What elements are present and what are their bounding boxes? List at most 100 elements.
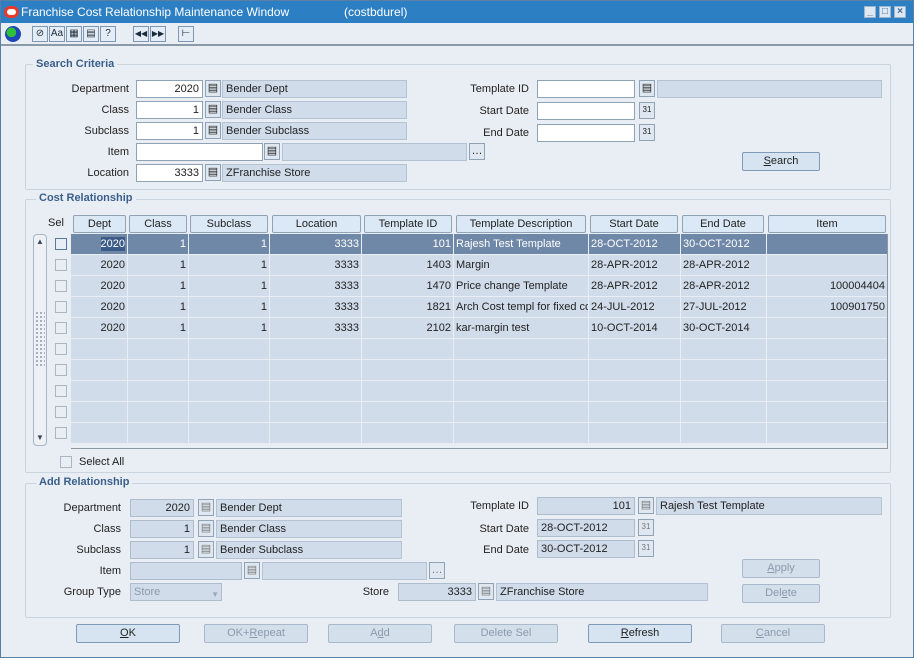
cell-dept[interactable]: 2020 — [71, 318, 127, 338]
scroll-up-arrow-icon[interactable]: ▲ — [34, 236, 46, 248]
column-header-end-date[interactable]: End Date — [682, 215, 764, 233]
cell-class[interactable] — [128, 360, 188, 380]
grid-vertical-scrollbar[interactable]: ▲ ▼ — [33, 234, 47, 446]
cell-subclass[interactable] — [189, 381, 269, 401]
column-header-item[interactable]: Item — [768, 215, 886, 233]
cell-class[interactable] — [128, 402, 188, 422]
delete-sel-button[interactable]: Delete Sel — [454, 624, 558, 643]
cell-dept[interactable]: 2020 — [71, 297, 127, 317]
cell-subclass[interactable] — [189, 339, 269, 359]
sc-start-date-calendar-icon[interactable]: 31 — [639, 102, 655, 119]
cell-class[interactable]: 1 — [128, 318, 188, 338]
sc-class-input[interactable]: 1 — [136, 101, 203, 119]
sc-template-id-input[interactable] — [537, 80, 635, 98]
cell-start-date[interactable]: 28-APR-2012 — [589, 276, 680, 296]
cell-location[interactable] — [270, 402, 361, 422]
refresh-button[interactable]: Refresh — [588, 624, 692, 643]
close-button[interactable]: × — [894, 6, 906, 18]
cell-template-id[interactable]: 1470 — [362, 276, 453, 296]
cell-start-date[interactable]: 10-OCT-2014 — [589, 318, 680, 338]
minimize-button[interactable]: _ — [864, 6, 876, 18]
sc-end-date-input[interactable] — [537, 124, 635, 142]
column-header-template-description[interactable]: Template Description — [456, 215, 586, 233]
maximize-button[interactable]: □ — [879, 6, 891, 18]
row-select-checkbox[interactable] — [55, 301, 67, 313]
cell-end-date[interactable] — [681, 402, 766, 422]
exit-icon[interactable]: ⊘ — [32, 26, 48, 42]
column-header-location[interactable]: Location — [272, 215, 361, 233]
next-icon[interactable]: ▶▶ — [150, 26, 166, 42]
cell-class[interactable] — [128, 381, 188, 401]
add-button[interactable]: Add — [328, 624, 432, 643]
ar-subclass-input[interactable]: 1 — [130, 541, 194, 559]
column-header-start-date[interactable]: Start Date — [590, 215, 678, 233]
cell-template-id[interactable] — [362, 381, 453, 401]
ar-item-lov-icon[interactable]: ▤ — [244, 562, 260, 579]
column-header-template-id[interactable]: Template ID — [364, 215, 452, 233]
row-select-checkbox[interactable] — [55, 259, 67, 271]
cell-item[interactable] — [767, 255, 887, 275]
row-select-checkbox[interactable] — [55, 364, 67, 376]
cell-dept[interactable] — [71, 402, 127, 422]
cell-description[interactable]: Arch Cost templ for fixed co — [454, 297, 588, 317]
cell-location[interactable]: 3333 — [270, 234, 361, 254]
cell-end-date[interactable] — [681, 423, 766, 443]
ar-group-type-select[interactable]: Store ▼ — [130, 583, 222, 601]
cell-subclass[interactable] — [189, 360, 269, 380]
ar-end-date-input[interactable]: 30-OCT-2012 — [537, 540, 635, 558]
cell-start-date[interactable] — [589, 381, 680, 401]
cell-location[interactable]: 3333 — [270, 297, 361, 317]
action-icon[interactable]: ⊢ — [178, 26, 194, 42]
ar-end-date-calendar-icon[interactable]: 31 — [638, 540, 654, 557]
cell-start-date[interactable]: 24-JUL-2012 — [589, 297, 680, 317]
table-row[interactable] — [71, 360, 887, 381]
cell-start-date[interactable]: 28-APR-2012 — [589, 255, 680, 275]
row-select-checkbox[interactable] — [55, 343, 67, 355]
ar-template-id-input[interactable]: 101 — [537, 497, 635, 515]
column-header-dept[interactable]: Dept — [73, 215, 126, 233]
ar-item-comment-icon[interactable]: … — [429, 562, 445, 579]
sc-item-lov-icon[interactable]: ▤ — [264, 143, 280, 160]
cell-start-date[interactable] — [589, 423, 680, 443]
cell-subclass[interactable]: 1 — [189, 318, 269, 338]
column-header-class[interactable]: Class — [129, 215, 187, 233]
cell-item[interactable] — [767, 381, 887, 401]
sc-template-id-lov-icon[interactable]: ▤ — [639, 80, 655, 97]
ar-subclass-lov-icon[interactable]: ▤ — [198, 541, 214, 558]
cell-item[interactable] — [767, 318, 887, 338]
cell-start-date[interactable] — [589, 339, 680, 359]
ar-start-date-calendar-icon[interactable]: 31 — [638, 519, 654, 536]
ok-button[interactable]: OK — [76, 624, 180, 643]
cell-end-date[interactable] — [681, 381, 766, 401]
ar-store-input[interactable]: 3333 — [398, 583, 476, 601]
cell-dept[interactable]: 2020 — [71, 255, 127, 275]
row-select-checkbox[interactable] — [55, 322, 67, 334]
table-row[interactable] — [71, 381, 887, 402]
ar-class-lov-icon[interactable]: ▤ — [198, 520, 214, 537]
cell-class[interactable] — [128, 339, 188, 359]
cell-location[interactable]: 3333 — [270, 318, 361, 338]
table-row[interactable]: 2020 1 1 3333 101 Rajesh Test Template 28-OCT-… — [71, 234, 887, 255]
cell-location[interactable] — [270, 339, 361, 359]
cell-class[interactable] — [128, 423, 188, 443]
table-row[interactable] — [71, 423, 887, 444]
cell-template-id[interactable]: 1403 — [362, 255, 453, 275]
cell-dept[interactable]: 2020 — [71, 276, 127, 296]
cell-dept[interactable]: 2020 — [71, 234, 127, 254]
globe-icon[interactable] — [5, 26, 21, 42]
cell-location[interactable]: 3333 — [270, 276, 361, 296]
cell-item[interactable] — [767, 360, 887, 380]
row-select-checkbox[interactable] — [55, 385, 67, 397]
cell-description[interactable] — [454, 381, 588, 401]
help-icon[interactable]: ? — [100, 26, 116, 42]
print-icon[interactable]: ▤ — [83, 26, 99, 42]
cell-location[interactable]: 3333 — [270, 255, 361, 275]
cell-start-date[interactable] — [589, 402, 680, 422]
cell-subclass[interactable]: 1 — [189, 255, 269, 275]
cell-class[interactable]: 1 — [128, 276, 188, 296]
cell-start-date[interactable] — [589, 360, 680, 380]
sc-department-lov-icon[interactable]: ▤ — [205, 80, 221, 97]
delete-button[interactable]: Delete — [742, 584, 820, 603]
cell-location[interactable] — [270, 423, 361, 443]
table-row[interactable]: 2020 1 1 3333 1470 Price change Template 28-AP… — [71, 276, 887, 297]
